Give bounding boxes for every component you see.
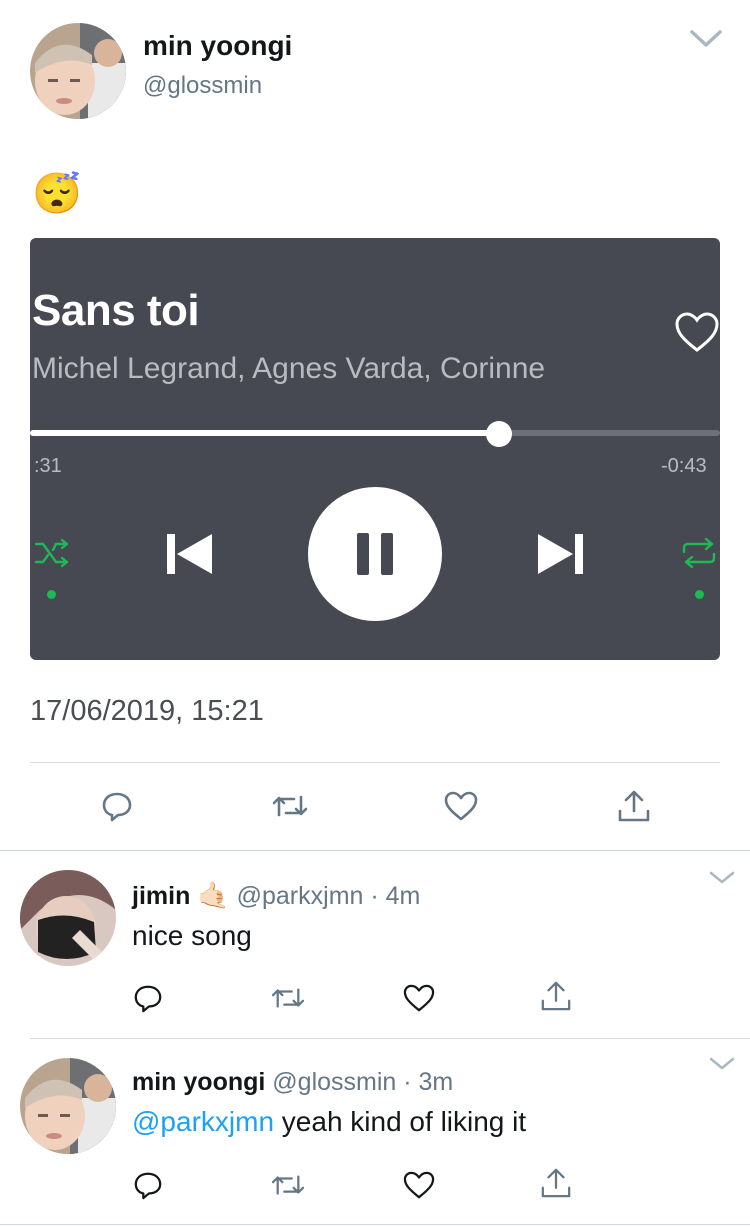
reply-header: jimin 🤙🏻 @parkxjmn · 4m bbox=[132, 880, 420, 911]
mention-link[interactable]: @parkxjmn bbox=[132, 1106, 274, 1137]
reply-text: @parkxjmn yeah kind of liking it bbox=[132, 1106, 526, 1138]
reply-icon[interactable] bbox=[97, 786, 137, 826]
retweet-icon[interactable] bbox=[268, 978, 308, 1018]
retweet-icon[interactable] bbox=[268, 1165, 308, 1205]
remaining-time: -0:43 bbox=[661, 455, 707, 477]
reply-author-name[interactable]: min yoongi bbox=[132, 1068, 265, 1096]
meta-separator: · bbox=[396, 1068, 419, 1096]
progress-fill bbox=[30, 430, 499, 436]
song-artists: Michel Legrand, Agnes Varda, Corinne bbox=[32, 352, 546, 385]
repeat-active-dot bbox=[695, 590, 704, 599]
section-divider bbox=[0, 1224, 750, 1225]
divider bbox=[30, 762, 720, 763]
retweet-icon[interactable] bbox=[270, 786, 310, 826]
heart-icon[interactable] bbox=[674, 310, 720, 354]
reply-author-handle[interactable]: @glossmin bbox=[272, 1068, 396, 1096]
reply-text-body: yeah kind of liking it bbox=[274, 1106, 527, 1137]
tweet-emoji: 😴 bbox=[32, 172, 82, 216]
elapsed-time: :31 bbox=[34, 455, 62, 477]
share-icon[interactable] bbox=[536, 1163, 576, 1203]
chevron-down-icon[interactable] bbox=[708, 1056, 736, 1072]
hand-emoji: 🤙🏻 bbox=[197, 880, 230, 910]
like-icon[interactable] bbox=[441, 786, 481, 826]
reply-text: nice song bbox=[132, 920, 252, 951]
reply-time[interactable]: 3m bbox=[419, 1068, 454, 1096]
reply-avatar[interactable] bbox=[20, 1058, 116, 1154]
reply-icon[interactable] bbox=[128, 978, 168, 1018]
next-track-icon[interactable] bbox=[536, 530, 586, 578]
shuffle-icon[interactable] bbox=[34, 538, 70, 568]
repeat-icon[interactable] bbox=[678, 536, 720, 570]
reply-header: min yoongi @glossmin · 3m bbox=[132, 1068, 453, 1097]
section-divider bbox=[30, 1038, 750, 1039]
chevron-down-icon[interactable] bbox=[688, 28, 724, 50]
song-title: Sans toi bbox=[32, 286, 200, 335]
share-icon[interactable] bbox=[536, 976, 576, 1016]
like-icon[interactable] bbox=[399, 1165, 439, 1205]
share-icon[interactable] bbox=[614, 786, 654, 826]
reply-icon[interactable] bbox=[128, 1165, 168, 1205]
reply-author-name[interactable]: jimin bbox=[132, 882, 190, 910]
tweet-timestamp[interactable]: 17/06/2019, 15:21 bbox=[30, 695, 264, 728]
reply-author-handle[interactable]: @parkxjmn bbox=[237, 882, 364, 910]
reply-time[interactable]: 4m bbox=[386, 882, 421, 910]
like-icon[interactable] bbox=[399, 978, 439, 1018]
reply-avatar[interactable] bbox=[20, 870, 116, 966]
previous-track-icon[interactable] bbox=[164, 530, 214, 578]
author-avatar[interactable] bbox=[30, 23, 126, 119]
chevron-down-icon[interactable] bbox=[708, 870, 736, 886]
progress-handle[interactable] bbox=[486, 421, 512, 447]
author-handle[interactable]: @glossmin bbox=[143, 72, 262, 100]
meta-separator: · bbox=[363, 882, 386, 910]
pause-button[interactable] bbox=[308, 487, 442, 621]
shuffle-active-dot bbox=[47, 590, 56, 599]
author-name[interactable]: min yoongi bbox=[143, 30, 292, 62]
section-divider bbox=[0, 850, 750, 851]
